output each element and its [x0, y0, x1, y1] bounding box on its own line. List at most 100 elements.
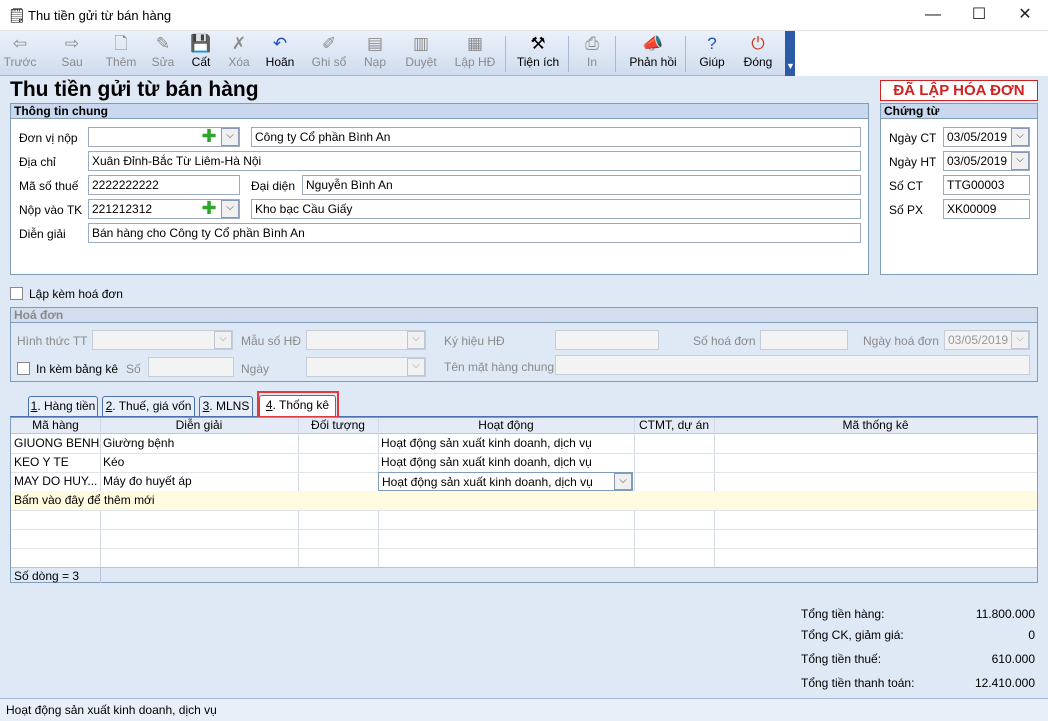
toolbar-browse-button[interactable]: ▥ Duyệt — [400, 33, 442, 75]
add-account-icon[interactable]: ✚ — [200, 199, 218, 218]
invoice-title: Hoá đơn — [11, 308, 1037, 323]
grid-cell[interactable]: Hoạt động sản xuất kinh doanh, dịch vụ — [378, 472, 633, 491]
list-no-input[interactable] — [148, 357, 234, 377]
total-value: 610.000 — [991, 652, 1035, 666]
toolbar-feedback-button[interactable]: 📣 Phản hồi — [623, 33, 683, 75]
voucher-date-dropdown[interactable]: ⌵ — [1011, 128, 1029, 146]
toolbar-undo-button[interactable]: ↶ Hoãn — [262, 33, 298, 75]
toolbar-edit-button[interactable]: ✎ Sửa — [145, 33, 181, 75]
address-input[interactable]: Xuân Đỉnh-Bắc Từ Liêm-Hà Nội — [88, 151, 861, 171]
print-label: In — [586, 55, 597, 69]
export-no-input[interactable]: XK00009 — [943, 199, 1030, 219]
toolbar-unpost-button[interactable]: ▤ Nạp — [358, 33, 392, 75]
grid-cell[interactable]: Giường bệnh — [100, 434, 298, 453]
toolbar-invoice-button[interactable]: ▦ Lập HĐ — [450, 33, 500, 75]
toolbar-save-button[interactable]: 💾 Cất — [184, 33, 218, 75]
next-label: Sau — [61, 55, 83, 69]
grid-cell[interactable] — [634, 434, 714, 453]
toolbar-help-button[interactable]: ? Giúp — [693, 33, 731, 75]
payer-dropdown-button[interactable]: ⌵ — [221, 128, 239, 146]
column-header[interactable]: CTMT, dự án — [634, 418, 714, 434]
column-header[interactable]: Hoạt động — [378, 418, 634, 434]
toolbar-separator — [505, 36, 506, 72]
invoice-date-dropdown[interactable]: ⌵ — [1011, 331, 1029, 349]
toolbar-prev-button[interactable]: ⇦ Trước — [3, 33, 37, 75]
general-info-title: Thông tin chung — [11, 104, 868, 119]
maximize-button[interactable]: ☐ — [956, 4, 1002, 28]
tab-label: . Thuế, giá vốn — [112, 399, 192, 413]
representative-input[interactable]: Nguyễn Bình An — [302, 175, 861, 195]
attach-invoice-checkbox[interactable] — [10, 287, 23, 300]
common-item-input[interactable] — [555, 355, 1030, 375]
grid-cell[interactable] — [714, 434, 1037, 453]
grid-cell[interactable]: Hoạt động sản xuất kinh doanh, dịch vụ — [378, 453, 634, 472]
column-header[interactable]: Đối tượng — [298, 418, 378, 434]
minimize-button[interactable]: — — [910, 4, 956, 28]
add-payer-icon[interactable]: ✚ — [200, 127, 218, 146]
total-label: Tổng tiền thuế: — [801, 652, 882, 666]
voucher-no-input[interactable]: TTG00003 — [943, 175, 1030, 195]
payment-method-dropdown[interactable]: ⌵ — [214, 331, 232, 349]
posting-date-dropdown[interactable]: ⌵ — [1011, 152, 1029, 170]
column-header[interactable]: Mã hàng — [11, 418, 100, 434]
grid-cell[interactable]: Hoạt động sản xuất kinh doanh, dịch vụ — [378, 434, 634, 453]
payer-name-input[interactable]: Công ty Cổ phần Bình An — [251, 127, 861, 147]
post-icon: ✐ — [321, 34, 337, 53]
status-badge: ĐÃ LẬP HÓA ĐƠN — [880, 80, 1038, 101]
grid-cell[interactable] — [714, 472, 1037, 491]
grid-cell[interactable]: Kéo — [100, 453, 298, 472]
tab-3[interactable]: 3. MLNS — [199, 396, 253, 416]
edit-icon: ✎ — [155, 34, 171, 53]
toolbar-post-button[interactable]: ✐ Ghi sổ — [308, 33, 350, 75]
toolbar-add-button[interactable]: 🗋 Thêm — [102, 33, 140, 75]
activity-dropdown-button[interactable]: ⌵ — [614, 473, 632, 490]
tab-2[interactable]: 2. Thuế, giá vốn — [102, 396, 195, 416]
toolbar-print-button[interactable]: ⎙ In — [578, 33, 606, 75]
add-new-row[interactable]: Bấm vào đây để thêm mới — [11, 491, 1037, 510]
grid-cell[interactable] — [714, 453, 1037, 472]
grid-row-divider — [11, 548, 1037, 549]
grid-cell[interactable]: Máy đo huyết áp — [100, 472, 298, 491]
grid-cell[interactable] — [634, 472, 714, 491]
toolbar-delete-button[interactable]: ✗ Xóa — [222, 33, 256, 75]
account-dropdown-button[interactable]: ⌵ — [221, 200, 239, 218]
invoice-form-label: Mẫu số HĐ — [241, 334, 302, 348]
print-list-label: In kèm bảng kê — [36, 362, 119, 376]
tax-code-input[interactable]: 2222222222 — [88, 175, 240, 195]
grid-cell[interactable]: GIUONG BENH — [11, 434, 100, 453]
total-value: 0 — [1028, 628, 1035, 642]
payment-method-select[interactable] — [92, 330, 233, 350]
toolbar-utilities-button[interactable]: ⚒ Tiện ích — [512, 33, 564, 75]
column-header[interactable]: Diễn giải — [100, 418, 298, 434]
toolbar-overflow-button[interactable]: ▼ — [785, 31, 795, 76]
undo-label: Hoãn — [265, 55, 295, 69]
invoice-form-dropdown[interactable]: ⌵ — [407, 331, 425, 349]
column-header[interactable]: Mã thống kê — [714, 418, 1037, 434]
utilities-label: Tiện ích — [516, 55, 560, 69]
list-date-dropdown[interactable]: ⌵ — [407, 358, 425, 376]
description-input[interactable]: Bán hàng cho Công ty Cổ phần Bình An — [88, 223, 861, 243]
print-list-checkbox[interactable] — [17, 362, 30, 375]
grid-cell[interactable] — [634, 453, 714, 472]
toolbar-close-button[interactable]: ⏻ Đóng — [737, 33, 779, 75]
edit-label: Sửa — [151, 55, 175, 69]
close-window-button[interactable]: ✕ — [1002, 4, 1048, 28]
voucher-date-label: Ngày CT — [889, 131, 937, 145]
feedback-icon: 📣 — [642, 34, 664, 53]
grid-cell[interactable]: MAY DO HUY... — [11, 472, 100, 491]
grid-cell[interactable] — [298, 472, 378, 491]
print-icon: ⎙ — [585, 34, 599, 53]
invoice-symbol-input[interactable] — [555, 330, 659, 350]
grid-row-divider — [11, 529, 1037, 530]
voucher-title: Chứng từ — [881, 104, 1037, 119]
bank-input[interactable]: Kho bạc Cầu Giấy — [251, 199, 861, 219]
grid-cell[interactable] — [298, 453, 378, 472]
utilities-icon: ⚒ — [530, 34, 546, 53]
invoice-number-input[interactable] — [760, 330, 848, 350]
grid-cell[interactable] — [298, 434, 378, 453]
grid-cell[interactable]: KEO Y TE — [11, 453, 100, 472]
toolbar-next-button[interactable]: ⇨ Sau — [55, 33, 89, 75]
tab-highlight-box — [257, 391, 339, 418]
tab-1[interactable]: 1. Hàng tiền — [28, 396, 98, 416]
payer-label: Đơn vị nộp — [19, 131, 78, 145]
